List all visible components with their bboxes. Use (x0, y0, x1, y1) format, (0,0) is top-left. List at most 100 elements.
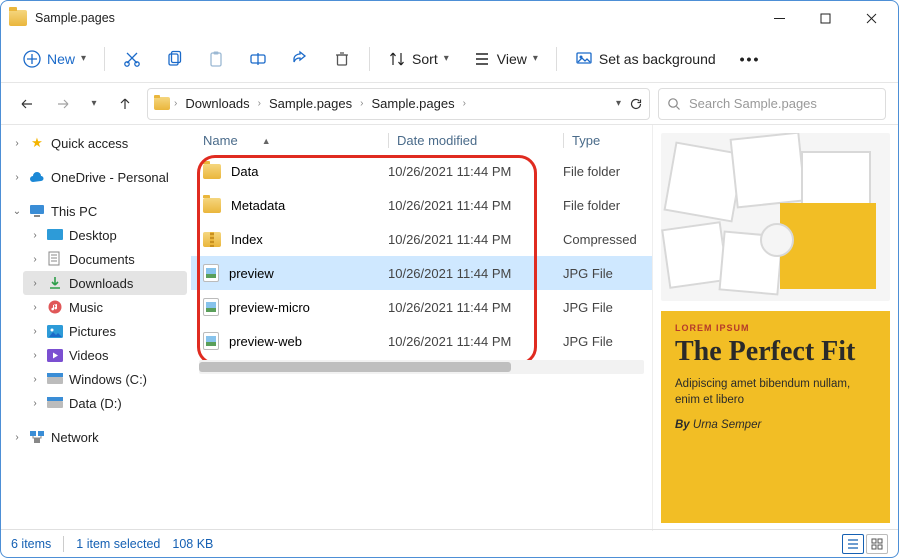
status-count: 6 items (11, 537, 51, 551)
folder-icon (203, 198, 221, 213)
preview-artwork-bottom: LOREM IPSUM The Perfect Fit Adipiscing a… (661, 311, 890, 523)
paste-button[interactable] (197, 44, 235, 74)
delete-button[interactable] (323, 44, 361, 74)
back-button[interactable] (13, 90, 41, 118)
sidebar-music[interactable]: ›Music (23, 295, 187, 319)
chevron-down-icon: ▾ (533, 53, 538, 64)
file-date: 10/26/2021 11:44 PM (388, 198, 563, 213)
cloud-icon (29, 169, 45, 185)
window-title: Sample.pages (35, 11, 115, 25)
sidebar-downloads[interactable]: ›Downloads (23, 271, 187, 295)
status-size: 108 KB (172, 537, 213, 551)
chevron-down-icon: ▾ (81, 53, 86, 64)
sidebar-pictures[interactable]: ›Pictures (23, 319, 187, 343)
monitor-icon (29, 203, 45, 219)
file-date: 10/26/2021 11:44 PM (388, 334, 563, 349)
music-icon (47, 299, 63, 315)
nav-row: ▾ › Downloads › Sample.pages › Sample.pa… (1, 83, 898, 125)
chevron-right-icon: › (258, 98, 261, 109)
sort-label: Sort (412, 51, 438, 67)
file-type: File folder (563, 164, 640, 179)
search-input[interactable]: Search Sample.pages (658, 88, 886, 120)
file-row[interactable]: Metadata 10/26/2021 11:44 PMFile folder (191, 188, 652, 222)
chevron-right-icon: › (463, 98, 466, 109)
file-name: Metadata (231, 198, 285, 213)
toolbar: New ▾ Sort ▾ View ▾ Set as background ••… (1, 35, 898, 83)
sort-button[interactable]: Sort ▾ (378, 44, 459, 74)
download-icon (47, 275, 63, 291)
file-name: Index (231, 232, 263, 247)
separator (63, 536, 64, 552)
forward-button[interactable] (49, 90, 77, 118)
up-button[interactable] (111, 90, 139, 118)
jpg-icon (203, 298, 219, 316)
maximize-button[interactable] (802, 2, 848, 34)
col-type[interactable]: Type (563, 133, 640, 148)
sidebar-this-pc[interactable]: ⌄This PC (5, 199, 187, 223)
pictures-icon (47, 323, 63, 339)
view-button[interactable]: View ▾ (463, 44, 548, 74)
file-row[interactable]: Data 10/26/2021 11:44 PMFile folder (191, 154, 652, 188)
minimize-button[interactable] (756, 2, 802, 34)
documents-icon (47, 251, 63, 267)
share-button[interactable] (281, 44, 319, 74)
preview-author: By Urna Semper (675, 419, 876, 431)
file-name: preview-micro (229, 300, 310, 315)
file-type: JPG File (563, 300, 640, 315)
h-scrollbar[interactable] (199, 360, 644, 374)
file-date: 10/26/2021 11:44 PM (388, 232, 563, 247)
scrollbar-thumb[interactable] (199, 362, 511, 372)
folder-icon (203, 164, 221, 179)
file-date: 10/26/2021 11:44 PM (388, 164, 563, 179)
recent-button[interactable]: ▾ (85, 90, 103, 118)
refresh-icon[interactable] (629, 97, 643, 111)
copy-button[interactable] (155, 44, 193, 74)
preview-pane: LOREM IPSUM The Perfect Fit Adipiscing a… (652, 125, 898, 531)
sidebar-data-d[interactable]: ›Data (D:) (23, 391, 187, 415)
breadcrumb[interactable]: Sample.pages (265, 94, 356, 113)
file-type: File folder (563, 198, 640, 213)
file-name: preview (229, 266, 274, 281)
breadcrumb[interactable]: Sample.pages (367, 94, 458, 113)
preview-desc: Adipiscing amet bibendum nullam, enim et… (675, 376, 876, 408)
network-icon (29, 429, 45, 445)
column-headers: Name▲ Date modified Type (191, 125, 652, 154)
sidebar: ›★Quick access ›OneDrive - Personal ⌄Thi… (1, 125, 191, 531)
thumbnails-view-button[interactable] (866, 534, 888, 554)
sidebar-documents[interactable]: ›Documents (23, 247, 187, 271)
sidebar-windows-c[interactable]: ›Windows (C:) (23, 367, 187, 391)
separator (369, 47, 370, 71)
file-row[interactable]: preview-micro 10/26/2021 11:44 PMJPG File (191, 290, 652, 324)
file-row[interactable]: preview10/26/2021 11:44 PMJPG File (191, 256, 652, 290)
sidebar-onedrive[interactable]: ›OneDrive - Personal (5, 165, 187, 189)
content-area: Name▲ Date modified Type Data 10/26/2021 … (191, 125, 898, 531)
set-as-background-button[interactable]: Set as background (565, 44, 726, 74)
more-button[interactable]: ••• (730, 45, 771, 73)
close-button[interactable] (848, 2, 894, 34)
col-name[interactable]: Name▲ (203, 133, 388, 148)
sidebar-desktop[interactable]: ›Desktop (23, 223, 187, 247)
title-bar: Sample.pages (1, 1, 898, 35)
chevron-down-icon[interactable]: ▾ (616, 98, 621, 109)
sidebar-videos[interactable]: ›Videos (23, 343, 187, 367)
file-name: Data (231, 164, 258, 179)
file-type: Compressed (563, 232, 640, 247)
folder-icon (9, 10, 27, 26)
sidebar-network[interactable]: ›Network (5, 425, 187, 449)
status-bar: 6 items 1 item selected 108 KB (1, 529, 898, 557)
file-row[interactable]: preview-web10/26/2021 11:44 PMJPG File (191, 324, 652, 358)
sidebar-quick-access[interactable]: ›★Quick access (5, 131, 187, 155)
file-type: JPG File (563, 334, 640, 349)
rename-button[interactable] (239, 44, 277, 74)
col-date[interactable]: Date modified (388, 133, 563, 148)
details-view-button[interactable] (842, 534, 864, 554)
cut-button[interactable] (113, 44, 151, 74)
separator (104, 47, 105, 71)
breadcrumb[interactable]: Downloads (181, 94, 253, 113)
address-bar[interactable]: › Downloads › Sample.pages › Sample.page… (147, 88, 650, 120)
file-row[interactable]: Index 10/26/2021 11:44 PMCompressed (191, 222, 652, 256)
jpg-icon (203, 264, 219, 282)
jpg-icon (203, 332, 219, 350)
new-button[interactable]: New ▾ (13, 44, 96, 74)
file-date: 10/26/2021 11:44 PM (388, 300, 563, 315)
